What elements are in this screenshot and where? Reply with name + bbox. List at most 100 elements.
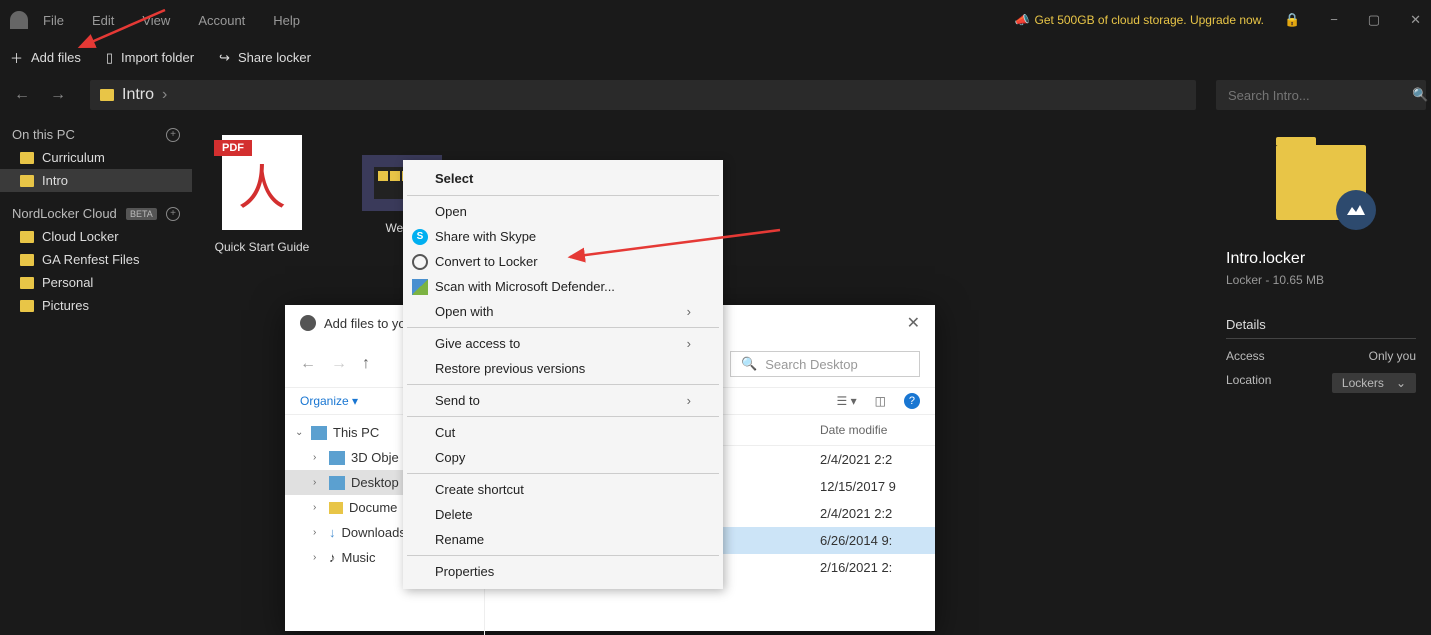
expand-icon[interactable]: ⌄	[295, 427, 305, 438]
folder-icon	[100, 89, 114, 101]
objects-icon	[329, 451, 345, 465]
access-value: Only you	[1369, 349, 1416, 363]
sidebar-item-label: Pictures	[42, 298, 89, 313]
expand-icon[interactable]: ›	[313, 527, 323, 538]
ctx-create-shortcut[interactable]: Create shortcut	[405, 477, 721, 502]
sidebar-item-curriculum[interactable]: Curriculum	[0, 146, 192, 169]
action-toolbar: ＋ Add files ▯ Import folder ↪ Share lock…	[0, 40, 1431, 75]
ctx-copy[interactable]: Copy	[405, 445, 721, 470]
sidebar-item-intro[interactable]: Intro	[0, 169, 192, 192]
details-panel: Intro.locker Locker - 10.65 MB Details A…	[1211, 115, 1431, 631]
breadcrumb[interactable]: Intro ›	[90, 80, 1196, 110]
desktop-icon	[329, 476, 345, 490]
nav-back-button[interactable]: ←	[14, 86, 30, 104]
pc-icon	[311, 426, 327, 440]
row-date: 2/16/2021 2:	[820, 560, 920, 575]
ctx-give-access[interactable]: Give access to›	[405, 331, 721, 356]
col-header-date[interactable]: Date modifie	[820, 423, 920, 437]
expand-icon[interactable]: ›	[313, 502, 323, 513]
tree-label: Desktop	[351, 475, 399, 490]
add-cloud-locker-button[interactable]: +	[166, 207, 180, 221]
add-files-label: Add files	[31, 50, 81, 65]
close-button[interactable]: ✕	[1410, 12, 1421, 28]
import-folder-button[interactable]: ▯ Import folder	[106, 50, 194, 66]
menu-file[interactable]: File	[43, 13, 64, 28]
file-item-pdf[interactable]: PDF 人 Quick Start Guide	[212, 135, 312, 254]
search-box[interactable]: 🔍	[1216, 80, 1426, 110]
view-list-icon[interactable]: ☰ ▾	[837, 394, 857, 408]
music-icon: ♪	[329, 550, 336, 565]
ctx-delete[interactable]: Delete	[405, 502, 721, 527]
ctx-open[interactable]: Open	[405, 199, 721, 224]
location-label: Location	[1226, 373, 1271, 393]
navigation-row: ← → Intro › 🔍	[0, 75, 1431, 115]
row-date: 2/4/2021 2:2	[820, 506, 920, 521]
ctx-cut[interactable]: Cut	[405, 420, 721, 445]
dialog-search[interactable]: 🔍 Search Desktop	[730, 351, 920, 377]
search-icon[interactable]: 🔍	[1412, 87, 1428, 103]
sidebar-item-ga-renfest[interactable]: GA Renfest Files	[0, 248, 192, 271]
sidebar-item-label: GA Renfest Files	[42, 252, 140, 267]
add-files-button[interactable]: ＋ Add files	[10, 48, 81, 67]
sidebar-item-label: Intro	[42, 173, 68, 188]
dialog-up-button[interactable]: ↑	[362, 355, 370, 373]
help-icon[interactable]: ?	[904, 393, 920, 409]
plus-icon: ＋	[10, 48, 23, 67]
search-input[interactable]	[1228, 88, 1404, 103]
share-icon: ↪	[219, 50, 230, 66]
sidebar-item-personal[interactable]: Personal	[0, 271, 192, 294]
titlebar: File Edit View Account Help 📣 Get 500GB …	[0, 0, 1431, 40]
ctx-convert-locker[interactable]: Convert to Locker	[405, 249, 721, 274]
ctx-scan-defender[interactable]: Scan with Microsoft Defender...	[405, 274, 721, 299]
breadcrumb-current: Intro	[122, 86, 154, 104]
lock-icon[interactable]: 🔒	[1284, 12, 1300, 28]
downloads-icon: ↓	[329, 525, 336, 540]
locker-title: Intro.locker	[1226, 250, 1416, 268]
context-menu: Select Open S Share with Skype Convert t…	[403, 160, 723, 589]
dialog-back-button[interactable]: ←	[300, 355, 316, 373]
app-icon	[300, 315, 316, 331]
tree-label: 3D Obje	[351, 450, 399, 465]
ctx-rename[interactable]: Rename	[405, 527, 721, 552]
sidebar-item-cloud-locker[interactable]: Cloud Locker	[0, 225, 192, 248]
maximize-button[interactable]: ▢	[1368, 12, 1380, 28]
minimize-button[interactable]: −	[1330, 12, 1338, 28]
ctx-open-with[interactable]: Open with›	[405, 299, 721, 324]
menu-account[interactable]: Account	[198, 13, 245, 28]
sidebar-item-pictures[interactable]: Pictures	[0, 294, 192, 317]
organize-button[interactable]: Organize ▾	[300, 394, 358, 408]
app-logo	[10, 11, 28, 29]
nav-forward-button[interactable]: →	[50, 86, 66, 104]
location-select[interactable]: Lockers ⌄	[1332, 373, 1416, 393]
ctx-restore[interactable]: Restore previous versions	[405, 356, 721, 381]
menu-edit[interactable]: Edit	[92, 13, 114, 28]
preview-pane-icon[interactable]: ◫	[875, 394, 886, 408]
add-pc-locker-button[interactable]: +	[166, 128, 180, 142]
menu-bar: File Edit View Account Help	[43, 13, 300, 28]
ctx-properties[interactable]: Properties	[405, 559, 721, 584]
pdf-icon: PDF 人	[222, 135, 302, 230]
promo-banner[interactable]: 📣 Get 500GB of cloud storage. Upgrade no…	[1015, 13, 1264, 27]
submenu-arrow-icon: ›	[687, 336, 691, 351]
dialog-forward-button[interactable]: →	[331, 355, 347, 373]
menu-view[interactable]: View	[142, 13, 170, 28]
ctx-send-to[interactable]: Send to›	[405, 388, 721, 413]
dialog-title: Add files to yo	[324, 316, 406, 331]
expand-icon[interactable]: ›	[313, 552, 323, 563]
folder-icon	[20, 231, 34, 243]
row-date: 12/15/2017 9	[820, 479, 920, 494]
share-locker-button[interactable]: ↪ Share locker	[219, 50, 311, 66]
expand-icon[interactable]: ›	[313, 452, 323, 463]
sidebar-pc-label: On this PC	[12, 127, 75, 142]
folder-icon	[20, 175, 34, 187]
dialog-close-button[interactable]: ✕	[907, 313, 920, 333]
expand-icon[interactable]: ›	[313, 477, 323, 488]
megaphone-icon: 📣	[1015, 13, 1030, 27]
ctx-header: Select	[405, 165, 721, 192]
search-icon: 🔍	[741, 356, 757, 372]
menu-help[interactable]: Help	[273, 13, 300, 28]
documents-icon	[329, 502, 343, 514]
share-locker-label: Share locker	[238, 50, 311, 65]
ctx-share-skype[interactable]: S Share with Skype	[405, 224, 721, 249]
chevron-down-icon: ⌄	[1396, 376, 1406, 390]
